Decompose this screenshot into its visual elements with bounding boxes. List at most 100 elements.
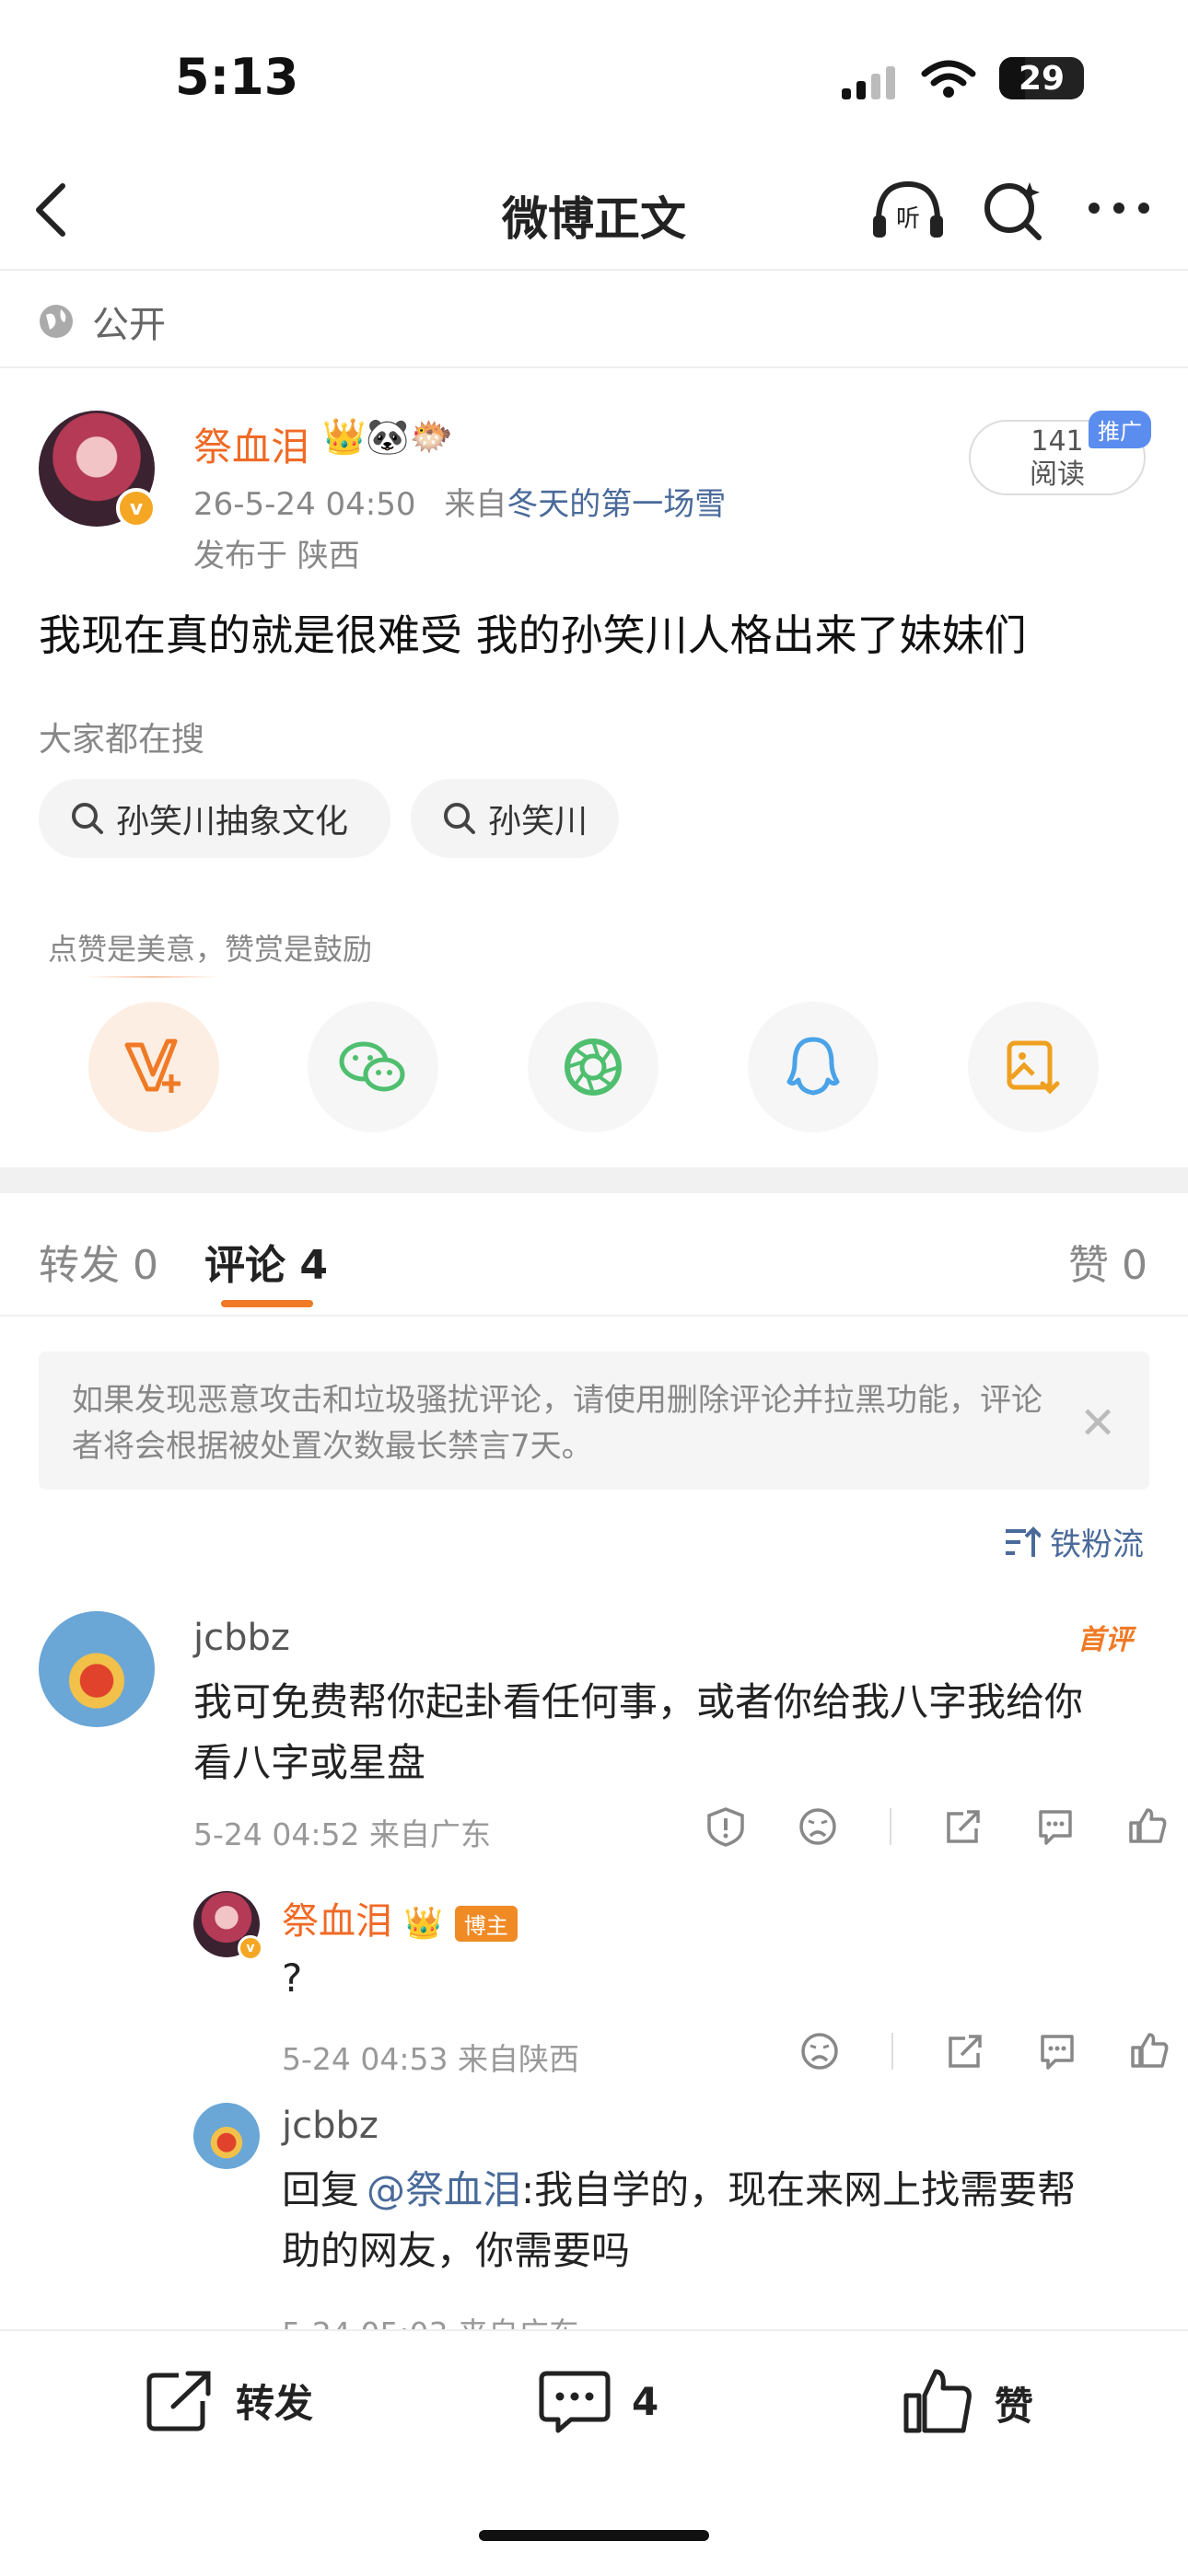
sort-toggle[interactable]: 铁粉流 xyxy=(1004,1519,1144,1564)
reward-button[interactable] xyxy=(88,1002,219,1132)
post-location: 发布于 陕西 xyxy=(193,538,360,574)
tab-comments[interactable]: 评论 4 xyxy=(204,1232,328,1291)
like-icon xyxy=(903,2369,972,2433)
divider xyxy=(0,1315,1188,1317)
search-chip-label: 孙笑川抽象文化 xyxy=(116,803,349,841)
source-prefix: 来自 xyxy=(444,486,507,523)
status-time: 5:13 xyxy=(175,48,299,106)
reply-avatar[interactable]: v xyxy=(193,1891,263,1961)
post-text: 我现在真的就是很难受 我的孙笑川人格出来了妹妹们 xyxy=(39,610,1027,660)
reply-icon[interactable] xyxy=(1035,1806,1076,1847)
search-hint: 大家都在搜 xyxy=(39,721,205,759)
tab-active-indicator xyxy=(221,1300,313,1307)
reward-v-icon xyxy=(124,1039,181,1093)
like-icon[interactable] xyxy=(1129,2031,1170,2071)
crown-icon: 👑 xyxy=(403,1905,444,1942)
reply-author: 祭血泪 👑 博主 xyxy=(282,1891,518,1944)
repost-button[interactable]: 转发 xyxy=(146,2368,313,2432)
commenter-avatar[interactable] xyxy=(39,1611,155,1727)
close-icon[interactable]: ✕ xyxy=(1079,1398,1116,1449)
search-icon xyxy=(444,803,475,834)
hint-pointer xyxy=(83,976,221,978)
blogger-badge: 博主 xyxy=(454,1905,518,1942)
comment-icon xyxy=(539,2371,611,2433)
commenter-name[interactable]: jcbbz xyxy=(193,1617,290,1659)
sort-icon xyxy=(1006,1526,1041,1557)
battery-level: 29 xyxy=(1018,59,1066,98)
first-comment-badge: 首评 xyxy=(1077,1624,1133,1656)
comment-meta: 5-24 04:52 来自广东 xyxy=(193,1816,491,1852)
like-button[interactable]: 赞 xyxy=(903,2368,1033,2438)
tab-likes[interactable]: 赞 0 xyxy=(1068,1232,1147,1291)
listen-icon[interactable]: 听 xyxy=(869,179,947,241)
cellular-signal-icon xyxy=(842,66,895,99)
divider xyxy=(891,2033,893,2070)
reply-prefix: 回复 xyxy=(282,2167,360,2212)
verified-badge-icon: v xyxy=(238,1935,263,1961)
battery-indicator: 29 xyxy=(999,57,1084,99)
reward-hint: 点赞是美意，赞赏是鼓励 xyxy=(48,932,373,967)
reply-meta: 5-24 04:53 来自陕西 xyxy=(282,2041,579,2077)
save-image-button[interactable] xyxy=(968,1002,1099,1132)
save-image-icon xyxy=(1007,1040,1060,1095)
verified-badge-icon: v xyxy=(116,488,157,528)
qq-icon xyxy=(786,1037,840,1096)
repost-label: 转发 xyxy=(236,2380,314,2426)
visibility-row: 公开 xyxy=(37,295,166,348)
more-icon[interactable] xyxy=(1087,199,1151,217)
search-icon xyxy=(72,803,103,834)
comment-text: 我可免费帮你起卦看任何事，或者你给我八字我给你 看八字或星盘 xyxy=(193,1672,1083,1793)
reply-actions xyxy=(799,2031,1170,2071)
visibility-label: 公开 xyxy=(92,304,166,346)
like-icon[interactable] xyxy=(1127,1806,1168,1847)
reply-icon[interactable] xyxy=(1037,2031,1077,2071)
post-source[interactable]: 冬天的第一场雪 xyxy=(507,486,726,523)
like-label: 赞 xyxy=(995,2383,1034,2429)
read-label: 阅读 xyxy=(1030,458,1085,491)
home-indicator[interactable] xyxy=(479,2530,709,2541)
share-icon[interactable] xyxy=(945,2031,985,2071)
mention-link[interactable]: @祭血泪 xyxy=(367,2167,521,2212)
comment-text-line: 看八字或星盘 xyxy=(193,1740,426,1785)
reply-author-name[interactable]: jcbbz xyxy=(282,2105,379,2147)
share-qq-button[interactable] xyxy=(748,1002,879,1132)
report-icon[interactable] xyxy=(705,1806,746,1847)
search-chip[interactable]: 孙笑川 xyxy=(411,779,619,858)
dislike-face-icon[interactable] xyxy=(799,2031,840,2071)
reply-text: ? xyxy=(282,1955,303,2001)
comment-text-line: 我可免费帮你起卦看任何事，或者你给我八字我给你 xyxy=(193,1679,1084,1724)
globe-icon xyxy=(40,305,73,338)
tab-repost[interactable]: 转发 0 xyxy=(39,1232,158,1291)
share-wechat-button[interactable] xyxy=(308,1002,438,1132)
author-name[interactable]: 祭血泪 xyxy=(193,416,309,472)
search-chip-label: 孙笑川 xyxy=(488,803,588,841)
reply-author-name[interactable]: 祭血泪 xyxy=(282,1900,392,1943)
divider xyxy=(890,1808,891,1845)
share-moments-button[interactable] xyxy=(528,1002,658,1132)
author-avatar[interactable]: v xyxy=(39,411,157,528)
author-badges[interactable]: 👑🐼🐡 xyxy=(322,416,453,458)
comment-actions xyxy=(705,1806,1168,1847)
divider xyxy=(0,366,1188,368)
moments-icon xyxy=(565,1039,622,1096)
reply-avatar[interactable] xyxy=(193,2103,260,2169)
comment-count: 4 xyxy=(632,2378,659,2424)
wechat-icon xyxy=(339,1041,405,1092)
wifi-icon xyxy=(921,60,976,98)
share-icon[interactable] xyxy=(943,1806,984,1847)
moderation-notice: 如果发现恶意攻击和垃圾骚扰评论，请使用删除评论并拉黑功能，评论者将会根据被处置次… xyxy=(39,1352,1149,1490)
post-time: 26-5-24 04:50 xyxy=(193,486,416,523)
reply-text: 回复 @祭血泪:我自学的，现在来网上找需要帮 助的网友，你需要吗 xyxy=(282,2160,1076,2281)
search-sparkle-icon[interactable] xyxy=(982,179,1044,241)
comment-button[interactable]: 4 xyxy=(538,2368,658,2434)
search-chip[interactable]: 孙笑川抽象文化 xyxy=(39,779,390,858)
reply-text-line: 助的网友，你需要吗 xyxy=(282,2228,631,2273)
post-meta: 26-5-24 04:50 来自冬天的第一场雪 xyxy=(193,479,726,524)
reply-text-line: :我自学的，现在来网上找需要帮 xyxy=(521,2167,1077,2212)
section-gap xyxy=(0,1167,1188,1193)
svg-text:听: 听 xyxy=(896,205,920,233)
promo-badge[interactable]: 推广 xyxy=(1089,411,1151,448)
dislike-face-icon[interactable] xyxy=(798,1806,838,1847)
repost-icon xyxy=(146,2371,211,2431)
sort-label: 铁粉流 xyxy=(1050,1526,1144,1563)
